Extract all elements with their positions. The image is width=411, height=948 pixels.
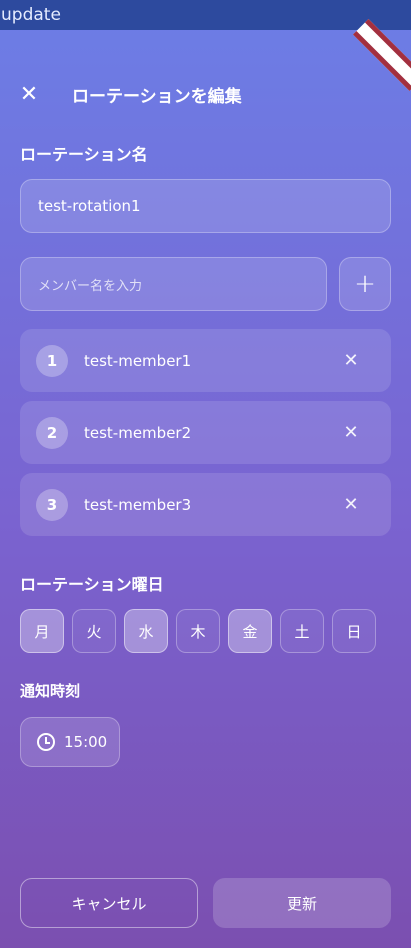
day-button-wed[interactable]: 水 xyxy=(124,609,168,653)
add-member-button[interactable]: + xyxy=(339,257,391,311)
member-number: 3 xyxy=(36,488,68,521)
close-icon[interactable]: ✕ xyxy=(18,82,40,107)
member-name: test-member1 xyxy=(84,351,192,370)
page-title: ローテーションを編集 xyxy=(72,86,242,107)
rotation-days-label: ローテーション曜日 xyxy=(20,575,164,594)
top-bar: update xyxy=(0,0,411,30)
remove-member-icon[interactable]: ✕ xyxy=(339,493,363,517)
rotation-name-value: test-rotation1 xyxy=(38,197,141,215)
member-number: 1 xyxy=(36,344,68,377)
day-selector: 月 火 水 木 金 土 日 xyxy=(20,609,376,653)
member-name: test-member3 xyxy=(84,495,192,514)
notify-time-label: 通知時刻 xyxy=(20,682,81,700)
member-row: 2 test-member2 ✕ xyxy=(20,401,391,464)
plus-icon: + xyxy=(354,269,376,299)
member-number: 2 xyxy=(36,416,68,449)
day-button-sun[interactable]: 日 xyxy=(332,609,376,653)
update-button[interactable]: 更新 xyxy=(213,878,391,928)
remove-member-icon[interactable]: ✕ xyxy=(339,349,363,373)
member-row: 1 test-member1 ✕ xyxy=(20,329,391,392)
member-row: 3 test-member3 ✕ xyxy=(20,473,391,536)
day-button-fri[interactable]: 金 xyxy=(228,609,272,653)
day-button-thu[interactable]: 木 xyxy=(176,609,220,653)
header: ✕ ローテーションを編集 xyxy=(18,78,242,110)
member-name: test-member2 xyxy=(84,423,192,442)
day-button-mon[interactable]: 月 xyxy=(20,609,64,653)
day-button-sat[interactable]: 土 xyxy=(280,609,324,653)
member-name-input[interactable]: メンバー名を入力 xyxy=(20,257,327,311)
time-picker-button[interactable]: 15:00 xyxy=(20,717,120,767)
rotation-name-input[interactable]: test-rotation1 xyxy=(20,179,391,233)
rotation-name-label: ローテーション名 xyxy=(20,145,148,164)
clock-icon xyxy=(37,733,55,751)
member-name-placeholder: メンバー名を入力 xyxy=(38,278,143,294)
top-bar-text: update xyxy=(1,5,61,25)
remove-member-icon[interactable]: ✕ xyxy=(339,421,363,445)
cancel-button[interactable]: キャンセル xyxy=(20,878,198,928)
day-button-tue[interactable]: 火 xyxy=(72,609,116,653)
time-value: 15:00 xyxy=(64,733,108,751)
